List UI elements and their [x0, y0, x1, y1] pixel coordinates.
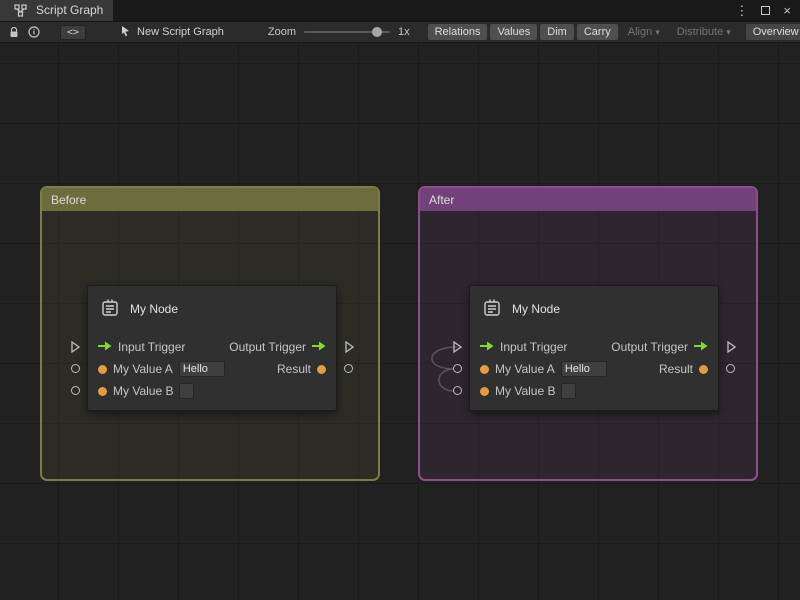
carry-button[interactable]: Carry: [577, 24, 618, 40]
input-trigger-port-icon[interactable]: [480, 340, 494, 354]
dim-button[interactable]: Dim: [540, 24, 574, 40]
value-b-port-icon[interactable]: [480, 387, 489, 396]
maximize-icon[interactable]: [761, 4, 770, 17]
close-icon[interactable]: ×: [783, 4, 791, 17]
result-port-icon[interactable]: [699, 365, 708, 374]
node-header[interactable]: My Node: [88, 286, 336, 332]
graph-name-label: New Script Graph: [137, 26, 224, 38]
zoom-slider[interactable]: [304, 26, 390, 38]
output-trigger-port-icon[interactable]: [694, 340, 708, 354]
external-value-port-icon[interactable]: [453, 364, 462, 373]
chevron-down-icon: ▾: [726, 27, 731, 38]
external-control-port-icon[interactable]: [452, 341, 462, 356]
row-value-b: My Value B: [470, 380, 718, 402]
group-after-title: After: [429, 193, 454, 207]
graph-canvas[interactable]: Before My Node Input Trigger Output Trig…: [0, 43, 800, 600]
output-trigger-label: Output Trigger: [611, 340, 688, 354]
external-value-port-icon[interactable]: [344, 364, 353, 373]
external-value-port-icon[interactable]: [71, 386, 80, 395]
zoom-value: 1x: [398, 26, 410, 38]
script-graph-window: Script Graph ⋮ × <> New Script Graph Zoo…: [0, 0, 800, 600]
node-title: My Node: [512, 302, 560, 316]
group-after[interactable]: After My Node Input Trigger: [418, 186, 758, 481]
row-value-a: My Value A Result: [88, 358, 336, 380]
external-value-port-icon[interactable]: [71, 364, 80, 373]
align-dropdown[interactable]: Align▾: [621, 24, 667, 40]
script-graph-icon: [10, 0, 30, 20]
external-control-port-icon[interactable]: [70, 341, 80, 356]
value-a-port-icon[interactable]: [480, 365, 489, 374]
window-tab-bar: Script Graph ⋮ ×: [0, 0, 800, 22]
external-value-port-icon[interactable]: [726, 364, 735, 373]
graph-toolbar: <> New Script Graph Zoom 1x Relations Va…: [0, 22, 800, 43]
group-before[interactable]: Before My Node Input Trigger Output Trig…: [40, 186, 380, 481]
tab-script-graph[interactable]: Script Graph: [0, 0, 113, 21]
distribute-dropdown[interactable]: Distribute▾: [670, 24, 738, 40]
value-b-input[interactable]: [561, 383, 576, 399]
code-panel-button[interactable]: <>: [60, 25, 86, 40]
value-b-input[interactable]: [179, 383, 194, 399]
result-label: Result: [659, 362, 693, 376]
values-button[interactable]: Values: [490, 24, 537, 40]
external-value-port-icon[interactable]: [453, 386, 462, 395]
external-control-port-icon[interactable]: [344, 341, 354, 356]
zoom-label: Zoom: [268, 26, 296, 38]
input-trigger-port-icon[interactable]: [98, 340, 112, 354]
relations-button[interactable]: Relations: [428, 24, 488, 40]
node-icon: [99, 297, 121, 322]
group-before-title: Before: [51, 193, 86, 207]
row-trigger: Input Trigger Output Trigger: [88, 336, 336, 358]
pointer-icon: [120, 25, 131, 40]
connection-edges: [418, 336, 470, 398]
row-trigger: Input Trigger Output Trigger: [470, 336, 718, 358]
value-a-port-icon[interactable]: [98, 365, 107, 374]
kebab-menu-icon[interactable]: ⋮: [735, 4, 748, 17]
external-control-port-icon[interactable]: [726, 341, 736, 356]
value-a-label: My Value A: [495, 362, 555, 376]
info-icon[interactable]: [24, 22, 44, 42]
node-title: My Node: [130, 302, 178, 316]
result-port-icon[interactable]: [317, 365, 326, 374]
value-a-input[interactable]: [179, 361, 225, 377]
tab-title: Script Graph: [36, 3, 103, 17]
node-icon: [481, 297, 503, 322]
output-trigger-port-icon[interactable]: [312, 340, 326, 354]
node-header[interactable]: My Node: [470, 286, 718, 332]
value-b-port-icon[interactable]: [98, 387, 107, 396]
input-trigger-label: Input Trigger: [118, 340, 185, 354]
row-value-b: My Value B: [88, 380, 336, 402]
value-a-input[interactable]: [561, 361, 607, 377]
node-ports: Input Trigger Output Trigger My Value A …: [470, 332, 718, 410]
value-a-label: My Value A: [113, 362, 173, 376]
node-my-node-before[interactable]: My Node Input Trigger Output Trigger My …: [87, 285, 337, 411]
lock-icon[interactable]: [4, 22, 24, 42]
zoom-slider-handle[interactable]: [372, 27, 382, 37]
overview-button[interactable]: Overview: [746, 24, 800, 40]
result-label: Result: [277, 362, 311, 376]
node-ports: Input Trigger Output Trigger My Value A …: [88, 332, 336, 410]
chevron-down-icon: ▾: [655, 27, 660, 38]
value-b-label: My Value B: [113, 384, 173, 398]
value-b-label: My Value B: [495, 384, 555, 398]
window-controls: ⋮ ×: [726, 0, 800, 21]
group-before-header[interactable]: Before: [42, 188, 378, 211]
group-after-header[interactable]: After: [420, 188, 756, 211]
node-my-node-after[interactable]: My Node Input Trigger Output Trigger My …: [469, 285, 719, 411]
graph-name[interactable]: New Script Graph: [120, 25, 224, 40]
zoom-control: Zoom 1x: [268, 26, 410, 38]
input-trigger-label: Input Trigger: [500, 340, 567, 354]
output-trigger-label: Output Trigger: [229, 340, 306, 354]
row-value-a: My Value A Result: [470, 358, 718, 380]
